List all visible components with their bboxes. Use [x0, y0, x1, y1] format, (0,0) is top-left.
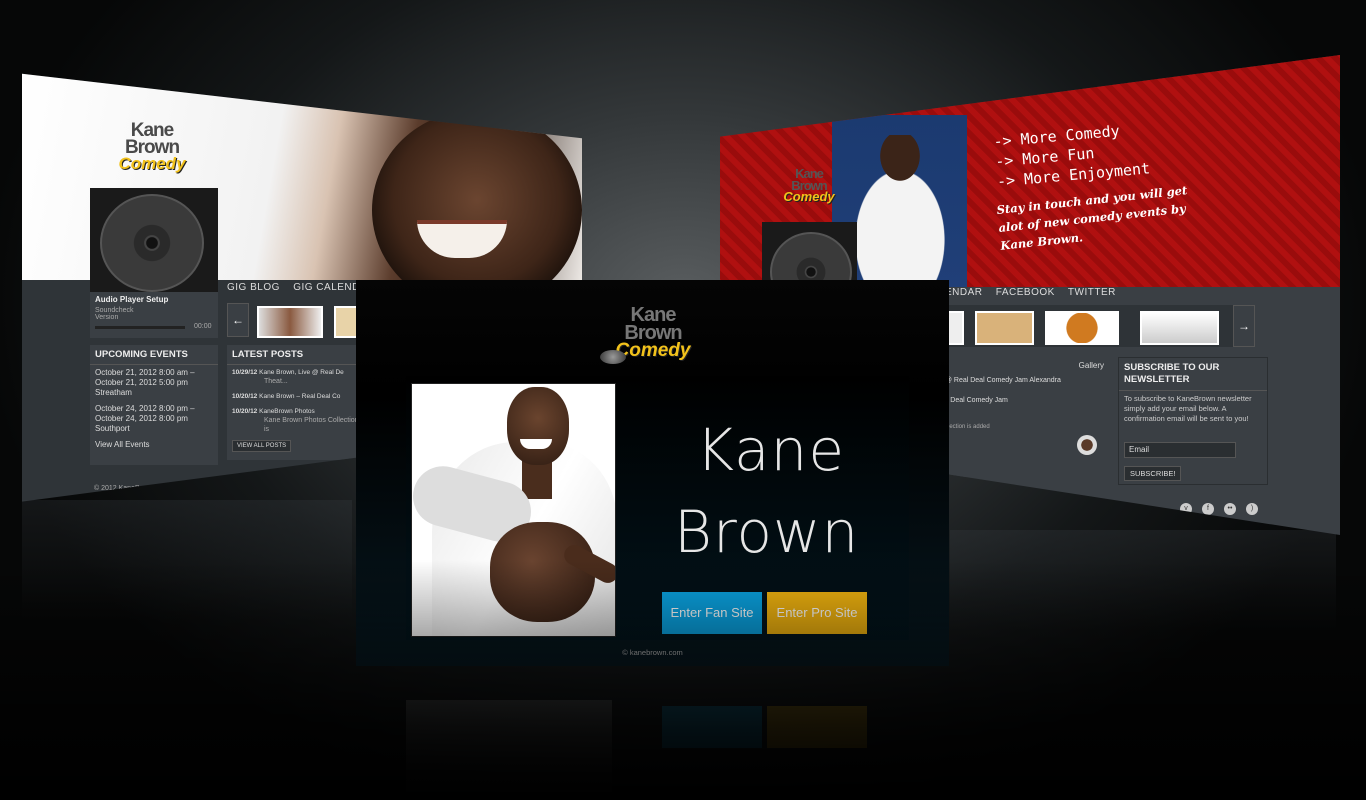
post-date: 10/20/12 — [232, 408, 258, 415]
post-title: Kane Brown, Live @ Real De — [259, 369, 344, 376]
nav-gig-blog[interactable]: GIG BLOG — [227, 282, 280, 293]
kane-pointing-photo — [411, 383, 616, 637]
logo-line-3: Comedy — [118, 154, 186, 174]
post-title: KaneBrown Photos — [259, 408, 315, 415]
event-item[interactable]: October 21, 2012 8:00 am – October 21, 2… — [90, 365, 218, 401]
carousel-prev-button[interactable]: ← — [227, 303, 249, 337]
carousel-next-button[interactable]: → — [1233, 305, 1255, 347]
nav-twitter[interactable]: TWITTER — [1068, 287, 1116, 298]
post-item[interactable]: 10/20/12 Kane Brown – Real Deal Co — [227, 389, 367, 404]
photo-smile — [520, 439, 552, 449]
post-sub: Kane Brown Photos Collection is — [264, 417, 359, 433]
player-track: Soundcheck — [95, 307, 134, 314]
arrow-icon: -> — [994, 151, 1015, 171]
events-heading: UPCOMING EVENTS — [90, 345, 218, 365]
gallery-item[interactable]: tos — [935, 407, 1110, 422]
carousel-thumb[interactable] — [1140, 311, 1219, 345]
disc-icon — [100, 194, 204, 292]
newsletter-heading: SUBSCRIBE TO OUR NEWSLETTER — [1119, 358, 1267, 391]
post-date: 10/29/12 — [232, 369, 258, 376]
posts-heading: LATEST POSTS — [227, 345, 367, 365]
flickr-icon[interactable]: •• — [1224, 503, 1236, 515]
kane-laughing-image — [855, 135, 945, 285]
carousel-thumb[interactable] — [1045, 311, 1119, 345]
event-end: October 21, 2012 5:00 pm — [95, 378, 188, 387]
upcoming-events: UPCOMING EVENTS October 21, 2012 8:00 am… — [90, 345, 218, 465]
email-field[interactable]: Email — [1124, 442, 1236, 458]
logo-line-3: Comedy — [783, 189, 835, 205]
left-panel-reflection — [22, 500, 352, 620]
footer-copyright: © kanebrown.com — [622, 648, 683, 657]
copyright: © 2012 KaneBrown.com — [94, 485, 170, 492]
event-start: October 24, 2012 8:00 pm – — [95, 404, 195, 413]
gallery-label: Gallery — [1078, 361, 1104, 370]
arrow-icon: -> — [992, 131, 1013, 151]
event-start: October 21, 2012 8:00 am – — [95, 368, 195, 377]
audio-player: Audio Player Setup Soundcheck Version 00… — [90, 292, 218, 338]
view-all-posts-button[interactable]: VIEW ALL POSTS — [232, 440, 292, 452]
event-place: Southport — [95, 424, 130, 433]
pro-button-reflection — [767, 706, 867, 748]
vimeo-icon[interactable]: v — [1180, 503, 1192, 515]
gallery-item[interactable]: e @ Real Deal Comedy Jam Alexandra — [935, 374, 1110, 387]
post-sub: Theat... — [264, 378, 288, 385]
post-item[interactable]: 10/20/12 KaneBrown Photos Kane Brown Pho… — [227, 404, 367, 437]
album-cover[interactable] — [90, 188, 218, 296]
photo-head — [507, 387, 569, 465]
gallery-box: Gallery e @ Real Deal Comedy Jam Alexand… — [935, 357, 1110, 477]
site-logo[interactable]: Kane Brown Comedy — [600, 305, 698, 364]
reflection — [406, 700, 612, 800]
post-date: 10/20/12 — [232, 393, 258, 400]
player-version: Version — [95, 314, 119, 321]
site-logo[interactable]: Kane Brown Comedy — [112, 121, 192, 174]
event-end: October 24, 2012 8:00 pm — [95, 414, 188, 423]
player-progress-bar[interactable] — [95, 326, 185, 329]
photo-fist — [490, 522, 595, 622]
gallery-item[interactable]: Collection is added — [935, 422, 1110, 432]
microphone-icon — [600, 350, 626, 364]
enter-pro-site-button[interactable]: Enter Pro Site — [767, 592, 867, 634]
carousel-thumb[interactable] — [257, 306, 323, 338]
arrow-icon: -> — [996, 171, 1016, 191]
post-title: Kane Brown – Real Deal Co — [259, 393, 341, 400]
splash-page: Kane Brown Comedy Kane Brown Enter Fan S… — [356, 280, 949, 666]
event-item[interactable]: October 24, 2012 8:00 pm – October 24, 2… — [90, 401, 218, 437]
latest-posts: LATEST POSTS 10/29/12 Kane Brown, Live @… — [227, 345, 367, 460]
carousel-thumb[interactable] — [975, 311, 1034, 345]
subscribe-button[interactable]: SUBSCRIBE! — [1124, 466, 1182, 481]
enter-fan-site-button[interactable]: Enter Fan Site — [662, 592, 762, 634]
photo-neck — [522, 459, 552, 499]
event-place: Streatham — [95, 388, 132, 397]
nav-facebook[interactable]: FACEBOOK — [996, 287, 1055, 298]
post-item[interactable]: 10/29/12 Kane Brown, Live @ Real De Thea… — [227, 365, 367, 389]
player-time: 00:00 — [194, 323, 212, 330]
splash-content: Kane Brown Enter Fan Site Enter Pro Site — [406, 376, 909, 640]
name-first: Kane — [696, 416, 845, 484]
nav-calendar[interactable]: ENDAR — [945, 287, 983, 298]
player-title: Audio Player Setup — [95, 295, 169, 304]
right-panel-reflection — [950, 530, 1336, 630]
site-logo[interactable]: Kane Brown Comedy — [778, 167, 840, 205]
view-all-events-link[interactable]: View All Events — [90, 437, 218, 452]
facebook-icon[interactable]: f — [1202, 503, 1214, 515]
newsletter-box: SUBSCRIBE TO OUR NEWSLETTER To subscribe… — [1118, 357, 1268, 485]
gallery-item[interactable]: eal Deal Comedy Jam — [935, 387, 1110, 407]
name-last: Brown — [674, 498, 860, 566]
rss-icon[interactable]: ) — [1246, 503, 1258, 515]
avatar — [1077, 435, 1097, 455]
fan-button-reflection — [662, 706, 762, 748]
top-nav: ENDAR FACEBOOK TWITTER — [945, 287, 1126, 298]
newsletter-text: To subscribe to KaneBrown newsletter sim… — [1124, 394, 1252, 423]
carousel: → — [935, 305, 1255, 347]
